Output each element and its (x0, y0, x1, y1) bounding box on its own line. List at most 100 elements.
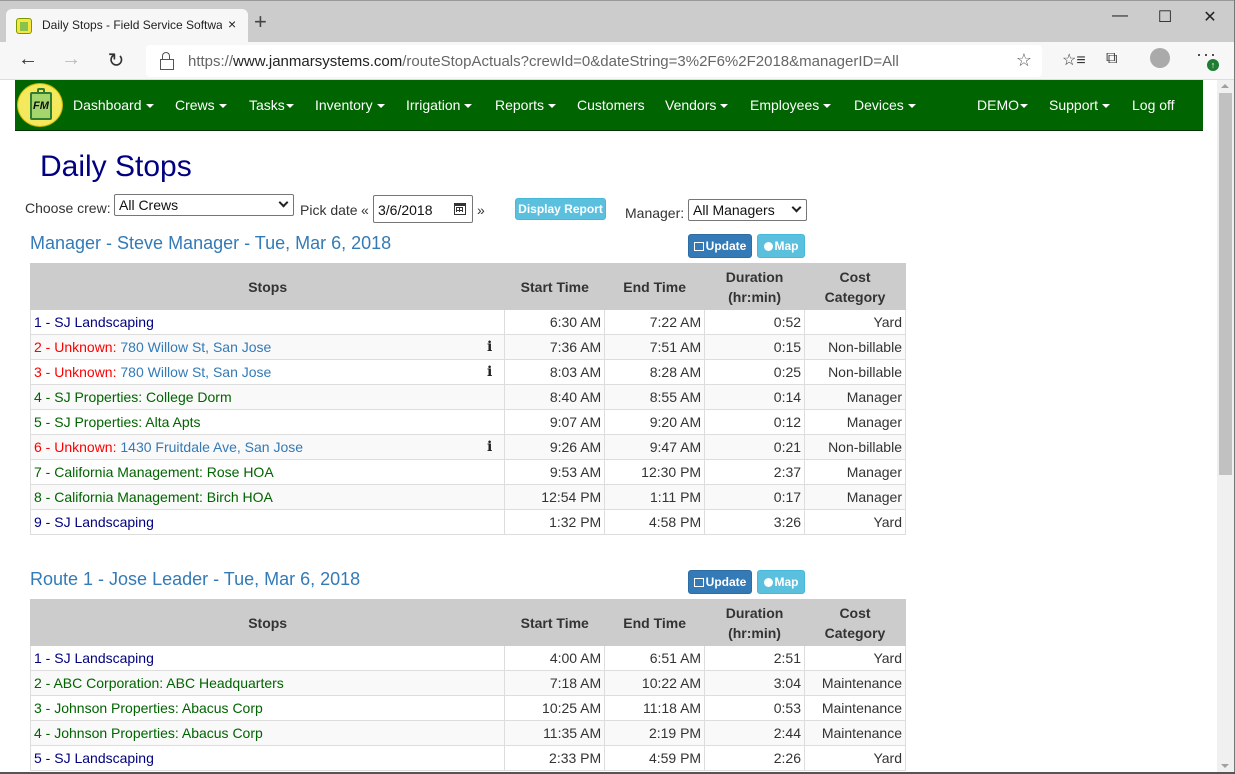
reload-button[interactable]: ↻ (103, 48, 129, 73)
header-end-time: End Time (604, 263, 706, 310)
stop-address[interactable]: 780 Willow St, San Jose (116, 364, 271, 380)
end-time-cell: 4:59 PM (604, 745, 706, 771)
end-time-cell: 7:22 AM (604, 309, 706, 335)
stop-cell: 4 - Johnson Properties: Abacus Corp (29, 720, 506, 746)
back-button[interactable]: ← (15, 48, 41, 71)
manager-label: Manager: (625, 205, 685, 221)
nav-demo[interactable]: DEMO (977, 97, 1028, 113)
table-row: 4 - SJ Properties: College Dorm 8:40 AM 8:… (29, 384, 906, 410)
new-tab-button[interactable]: + (254, 11, 267, 33)
cost-category-cell: Non-billable (804, 434, 906, 460)
globe-icon (763, 242, 773, 251)
stops-table: Stops Start Time End Time Duration (hr:mi… (29, 599, 906, 771)
header-cost-category: Cost Category (804, 263, 906, 310)
nav-support[interactable]: Support (1049, 97, 1111, 113)
start-time-cell: 6:30 AM (504, 309, 606, 335)
lock-icon[interactable] (160, 52, 174, 70)
update-badge-icon: ↑ (1207, 59, 1219, 71)
info-icon[interactable]: i (487, 339, 492, 355)
stop-name-link[interactable]: 3 - Unknown: (34, 364, 116, 380)
end-time-cell: 10:22 AM (604, 670, 706, 696)
prev-date-link[interactable]: « (361, 202, 369, 218)
nav-inventory[interactable]: Inventory (315, 97, 385, 113)
stop-name-link[interactable]: 7 - California Management: Rose HOA (34, 464, 274, 480)
stop-name-link[interactable]: 1 - SJ Landscaping (34, 314, 154, 330)
update-button[interactable]: Update (688, 570, 752, 594)
close-window-button[interactable]: ✕ (1195, 7, 1225, 27)
url-scheme: https:// (188, 53, 234, 70)
calendar-icon[interactable] (454, 203, 466, 215)
collections-icon[interactable]: ⧉ (1106, 50, 1117, 68)
vertical-scrollbar[interactable] (1217, 80, 1234, 774)
nav-dashboard[interactable]: Dashboard (73, 97, 154, 113)
nav-label: Dashboard (73, 97, 142, 113)
crew-label: Choose crew: (25, 200, 111, 216)
favorites-icon[interactable]: ☆≡ (1062, 50, 1086, 70)
close-tab-icon[interactable]: × (228, 16, 236, 32)
stop-name-link[interactable]: 6 - Unknown: (34, 439, 116, 455)
stop-cell: 8 - California Management: Birch HOA (29, 484, 506, 510)
profile-avatar[interactable] (1150, 48, 1170, 68)
nav-label: Support (1049, 97, 1099, 113)
update-button[interactable]: Update (688, 234, 752, 258)
map-button[interactable]: Map (757, 234, 805, 258)
forward-button[interactable]: → (58, 48, 84, 71)
favorite-star-icon[interactable]: ☆ (1016, 50, 1032, 71)
scroll-down-arrow-icon[interactable] (1221, 764, 1229, 768)
crew-select[interactable]: All Crews (114, 194, 294, 216)
table-row: 1 - SJ Landscaping 6:30 AM 7:22 AM 0:52 Yard (29, 309, 906, 335)
map-button[interactable]: Map (757, 570, 805, 594)
cost-category-cell: Yard (804, 645, 906, 671)
nav-irrigation[interactable]: Irrigation (406, 97, 473, 113)
browser-tab[interactable]: Daily Stops - Field Service Software × (6, 9, 248, 43)
nav-reports[interactable]: Reports (495, 97, 557, 113)
stop-name-link[interactable]: 2 - ABC Corporation: ABC Headquarters (34, 675, 284, 691)
nav-crews[interactable]: Crews (175, 97, 227, 113)
manager-select[interactable]: All Managers (688, 199, 807, 221)
stop-name-link[interactable]: 5 - SJ Properties: Alta Apts (34, 414, 201, 430)
crew-select-value: All Crews (119, 197, 179, 213)
scroll-up-arrow-icon[interactable] (1221, 84, 1229, 88)
stop-name-link[interactable]: 9 - SJ Landscaping (34, 514, 154, 530)
clipboard-clip (37, 88, 45, 94)
stop-name-link[interactable]: 2 - Unknown: (34, 339, 116, 355)
app-navbar: FM Dashboard Crews Tasks Inventory Irrig… (15, 80, 1203, 131)
chevron-down-icon (278, 197, 289, 208)
scroll-thumb[interactable] (1219, 93, 1232, 475)
nav-vendors[interactable]: Vendors (665, 97, 729, 113)
stop-name-link[interactable]: 8 - California Management: Birch HOA (34, 489, 273, 505)
stop-name-link[interactable]: 1 - SJ Landscaping (34, 650, 154, 666)
stop-name-link[interactable]: 4 - SJ Properties: College Dorm (34, 389, 232, 405)
end-time-cell: 9:20 AM (604, 409, 706, 435)
stop-name-link[interactable]: 3 - Johnson Properties: Abacus Corp (34, 700, 263, 716)
url-text[interactable]: https://www.janmarsystems.com/routeStopA… (188, 53, 899, 70)
header-duration-line1: Duration (725, 268, 784, 285)
address-bar[interactable]: https://www.janmarsystems.com/routeStopA… (146, 45, 1042, 77)
date-input[interactable]: 3/6/2018 (373, 195, 473, 223)
nav-devices[interactable]: Devices (854, 97, 916, 113)
nav-employees[interactable]: Employees (750, 97, 832, 113)
nav-customers[interactable]: Customers (577, 97, 645, 113)
next-date-link[interactable]: » (477, 202, 485, 218)
display-report-button[interactable]: Display Report (515, 198, 606, 220)
stop-address[interactable]: 780 Willow St, San Jose (116, 339, 271, 355)
globe-icon (763, 578, 773, 587)
table-row: 5 - SJ Landscaping 2:33 PM 4:59 PM 2:26 Yard (29, 745, 906, 771)
minimize-button[interactable]: — (1105, 7, 1135, 25)
section-title: Manager - Steve Manager - Tue, Mar 6, 20… (30, 233, 392, 253)
maximize-button[interactable]: ☐ (1150, 7, 1180, 27)
header-duration: Duration (hr:min) (704, 263, 806, 310)
start-time-cell: 11:35 AM (504, 720, 606, 746)
start-time-cell: 9:53 AM (504, 459, 606, 485)
info-icon[interactable]: i (487, 439, 492, 455)
stop-name-link[interactable]: 5 - SJ Landscaping (34, 750, 154, 766)
caret-down-icon (376, 104, 385, 109)
fm-logo[interactable]: FM (17, 83, 63, 127)
stop-address[interactable]: 1430 Fruitdale Ave, San Jose (116, 439, 303, 455)
nav-tasks[interactable]: Tasks (249, 97, 294, 113)
stop-name-link[interactable]: 4 - Johnson Properties: Abacus Corp (34, 725, 263, 741)
nav-log-off[interactable]: Log off (1132, 97, 1175, 113)
caret-down-icon (548, 104, 557, 109)
header-duration-line2: (hr:min) (728, 288, 782, 305)
info-icon[interactable]: i (487, 364, 492, 380)
